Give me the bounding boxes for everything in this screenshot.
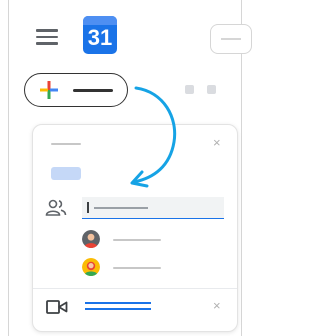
guest-name-line <box>113 267 161 269</box>
close-icon[interactable]: × <box>213 299 221 312</box>
title-placeholder-line <box>51 143 81 145</box>
guest-avatar <box>82 230 100 248</box>
guest-input-placeholder-line <box>94 207 148 209</box>
multicolor-plus-icon <box>40 81 58 99</box>
video-camera-icon <box>46 300 68 314</box>
create-button-label-placeholder <box>73 89 113 92</box>
guest-name-line <box>113 239 161 241</box>
meet-link-line[interactable] <box>85 308 151 310</box>
calendar-logo: 31 <box>83 16 117 54</box>
guest-avatar <box>82 258 100 276</box>
close-icon[interactable]: × <box>213 136 221 149</box>
meet-link-line[interactable] <box>85 302 151 304</box>
card-divider <box>33 288 237 289</box>
hamburger-menu-icon[interactable] <box>36 29 58 45</box>
people-icon <box>45 199 67 216</box>
toolbar-placeholder-icon[interactable] <box>207 85 216 94</box>
text-cursor <box>87 202 89 213</box>
create-button[interactable] <box>24 73 128 107</box>
search-field[interactable] <box>210 24 252 54</box>
event-color-chip[interactable] <box>51 167 81 180</box>
calendar-day-number: 31 <box>87 25 113 50</box>
curved-arrow-icon <box>130 86 177 188</box>
add-guests-input[interactable] <box>82 197 224 219</box>
